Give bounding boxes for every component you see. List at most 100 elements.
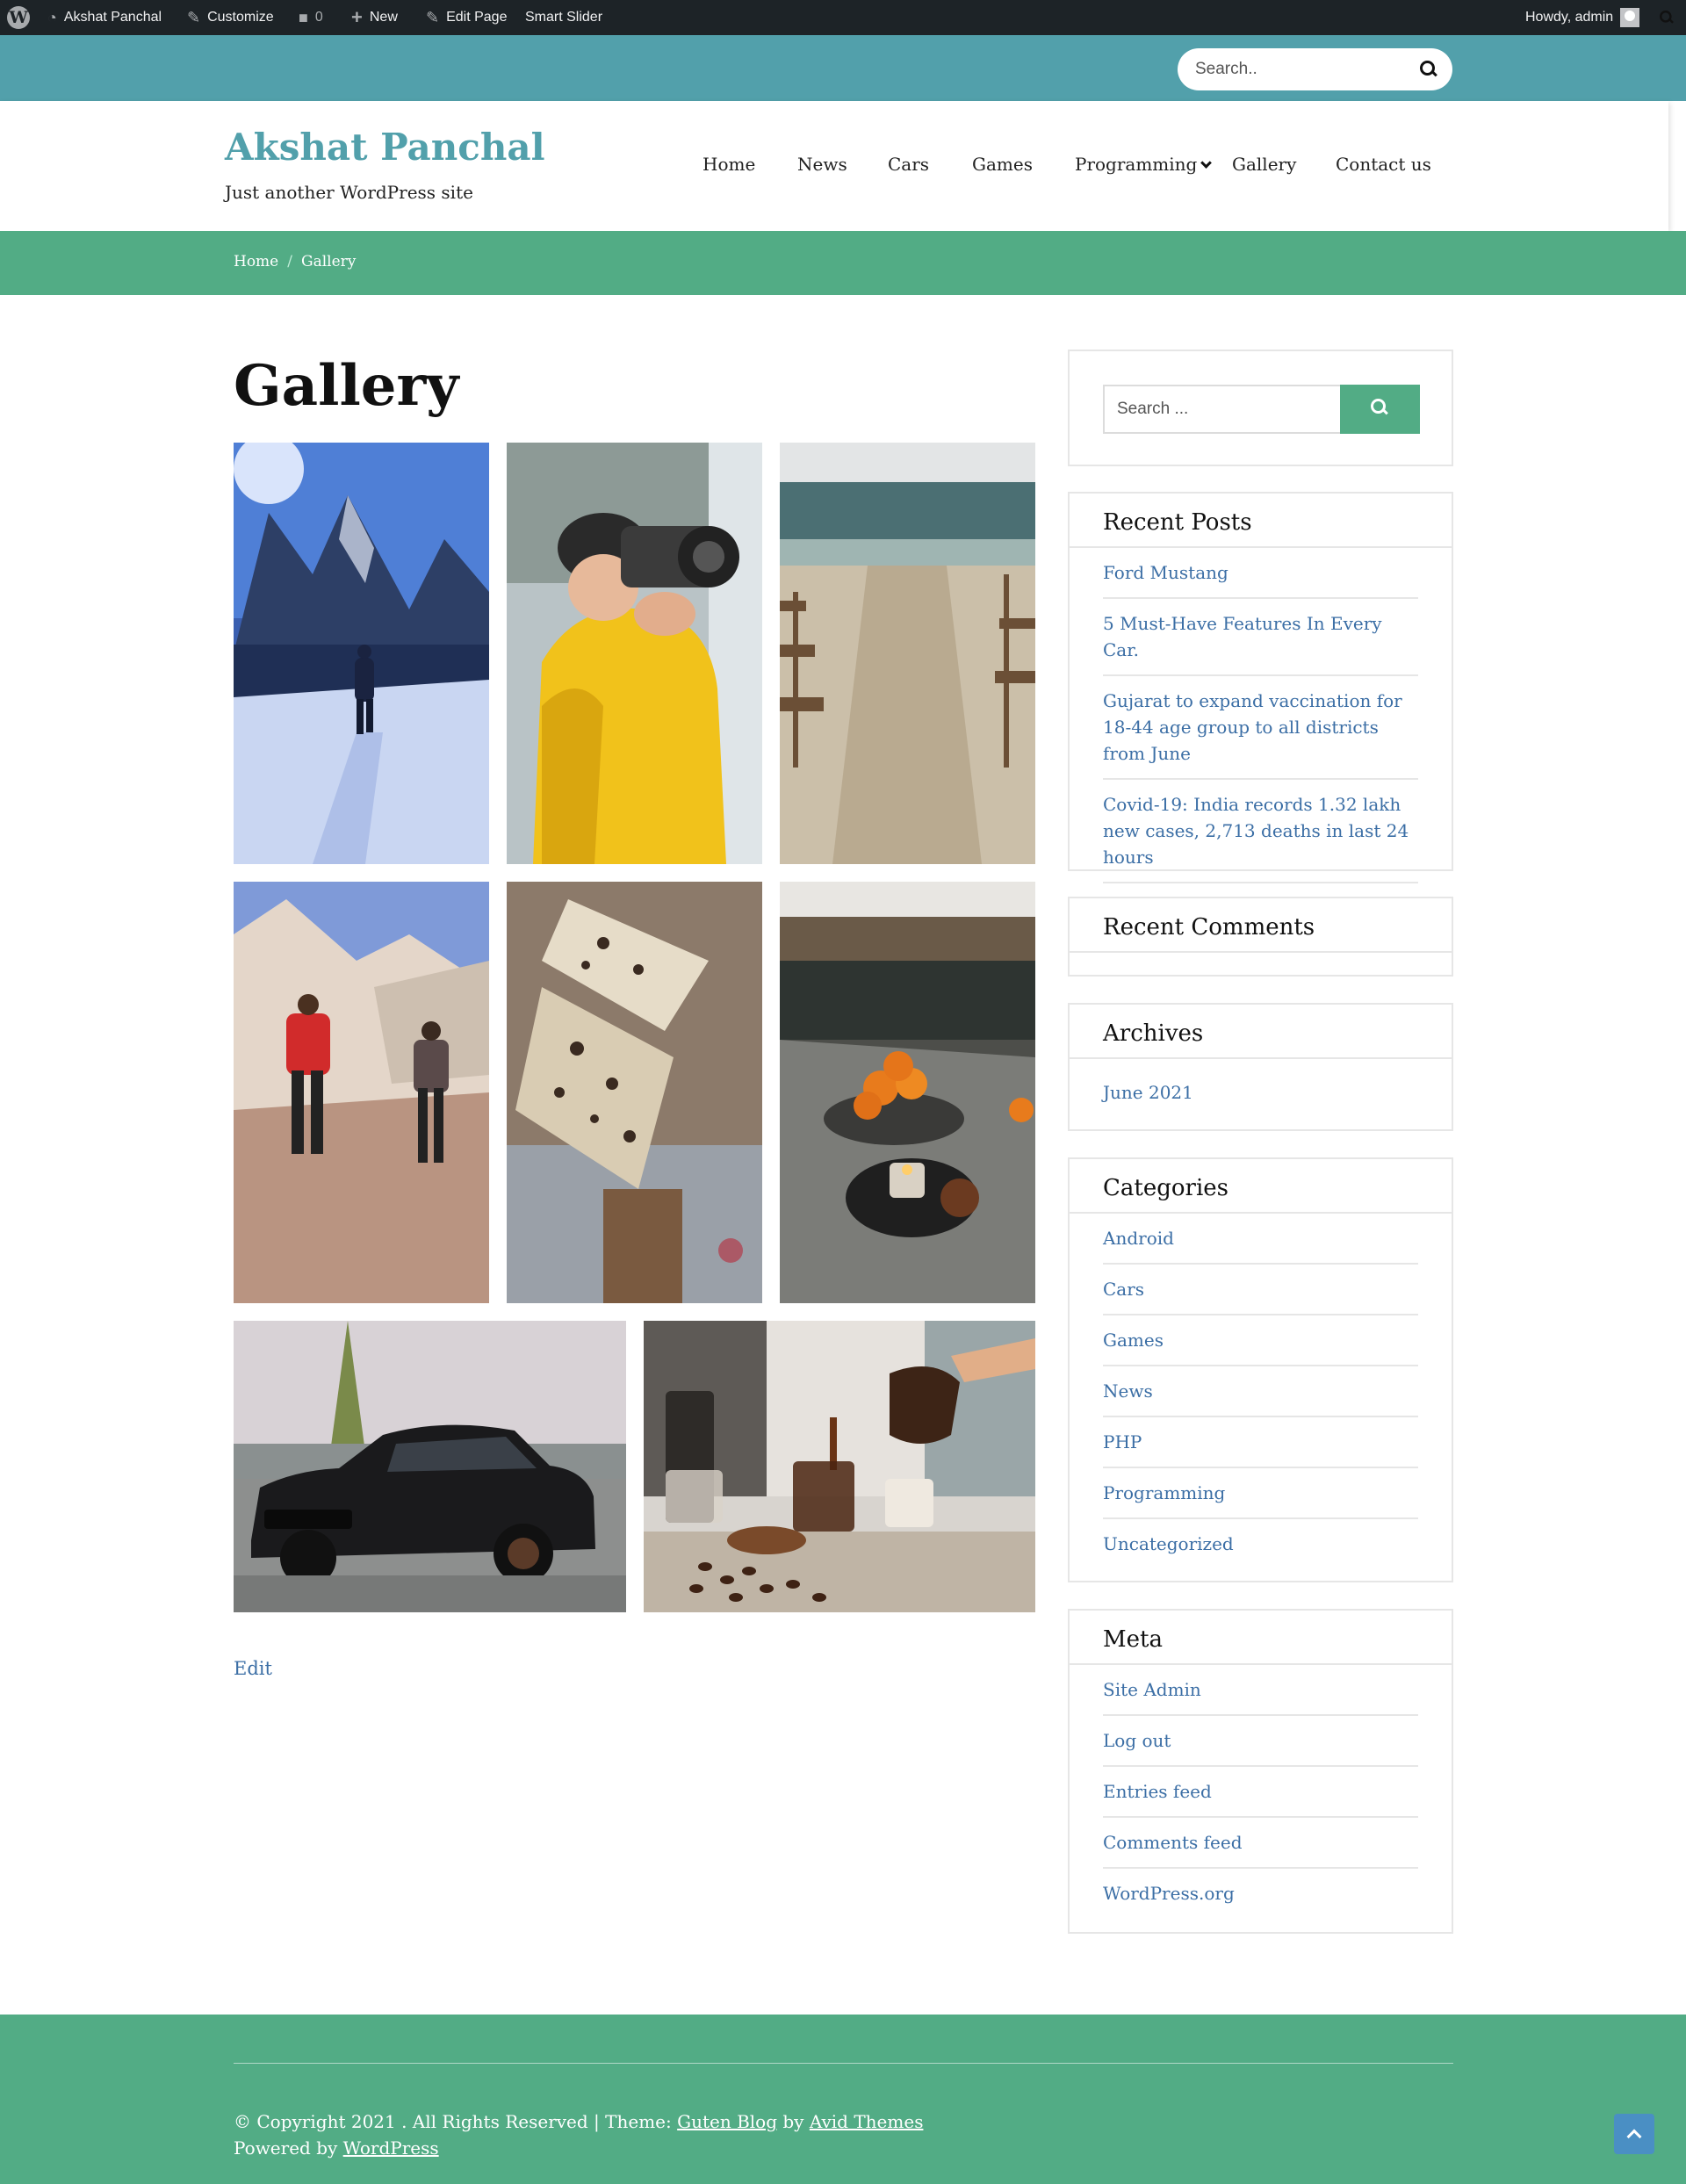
admin-new-link[interactable]: + New bbox=[351, 0, 398, 35]
gallery-image-cake-slices[interactable] bbox=[507, 882, 762, 1303]
nav-programming[interactable]: Programming bbox=[1075, 154, 1213, 175]
admin-site-name: Akshat Panchal bbox=[63, 10, 162, 25]
meta-link[interactable]: Log out bbox=[1103, 1716, 1418, 1767]
admin-bar: W ◔ Akshat Panchal ✎ Customize ■ 0 + New… bbox=[0, 0, 1686, 35]
gallery-image-beach-boardwalk[interactable] bbox=[780, 443, 1035, 864]
footer-divider bbox=[234, 2063, 1453, 2064]
chevron-up-icon bbox=[1626, 2129, 1642, 2144]
photo-coffee-pour-icon bbox=[644, 1321, 1035, 1612]
pencil-icon: ✎ bbox=[426, 8, 440, 26]
wordpress-link[interactable]: WordPress bbox=[343, 2137, 439, 2159]
admin-customize-link[interactable]: ✎ Customize bbox=[187, 0, 274, 35]
admin-search-toggle[interactable] bbox=[1658, 0, 1675, 35]
recent-post-link[interactable]: Ford Mustang bbox=[1103, 548, 1418, 599]
archive-link[interactable]: June 2021 bbox=[1103, 1059, 1418, 1117]
meta-link[interactable]: Site Admin bbox=[1103, 1665, 1418, 1716]
meta-list: Site Admin Log out Entries feed Comments… bbox=[1070, 1665, 1452, 1918]
admin-comments-link[interactable]: ■ 0 bbox=[299, 0, 323, 35]
archives-widget: Archives June 2021 bbox=[1068, 1003, 1453, 1131]
nav-news[interactable]: News bbox=[797, 154, 847, 175]
gallery-image-photographer[interactable] bbox=[507, 443, 762, 864]
footer-copyright-text: © Copyright 2021 . All Rights Reserved |… bbox=[234, 2111, 678, 2132]
search-icon bbox=[1371, 399, 1388, 416]
categories-widget: Categories Android Cars Games News PHP P… bbox=[1068, 1157, 1453, 1582]
photo-cake-slices-icon bbox=[507, 882, 762, 1303]
recent-comments-widget: Recent Comments bbox=[1068, 897, 1453, 977]
admin-new-label: New bbox=[369, 10, 398, 25]
admin-site-link[interactable]: ◔ Akshat Panchal bbox=[47, 0, 162, 35]
nav-programming-label: Programming bbox=[1075, 154, 1198, 175]
recent-posts-title: Recent Posts bbox=[1070, 494, 1452, 548]
recent-post-link[interactable]: Covid-19: India records 1.32 lakh new ca… bbox=[1103, 780, 1418, 883]
photo-winter-hiker-icon bbox=[234, 443, 489, 864]
category-link[interactable]: Cars bbox=[1103, 1265, 1418, 1315]
category-link[interactable]: Programming bbox=[1103, 1468, 1418, 1519]
archives-title: Archives bbox=[1070, 1005, 1452, 1059]
page-title: Gallery bbox=[234, 353, 459, 419]
categories-title: Categories bbox=[1070, 1159, 1452, 1214]
category-link[interactable]: Games bbox=[1103, 1315, 1418, 1366]
meta-link[interactable]: WordPress.org bbox=[1103, 1869, 1418, 1918]
admin-account-menu[interactable]: Howdy, admin bbox=[1525, 0, 1640, 35]
admin-comments-count: 0 bbox=[314, 10, 323, 25]
footer-powered-by-text: Powered by bbox=[234, 2137, 343, 2159]
nav-cars[interactable]: Cars bbox=[888, 154, 929, 175]
meta-link[interactable]: Comments feed bbox=[1103, 1818, 1418, 1869]
recent-post-link[interactable]: Gujarat to expand vaccination for 18-44 … bbox=[1103, 676, 1418, 780]
search-icon[interactable] bbox=[1420, 61, 1437, 78]
meta-link[interactable]: Entries feed bbox=[1103, 1767, 1418, 1818]
photo-black-mustang-car-icon bbox=[234, 1321, 626, 1612]
gallery-image-desert-hikers[interactable] bbox=[234, 882, 489, 1303]
dashboard-gauge-icon: ◔ bbox=[47, 8, 57, 26]
gallery-image-winter-hiker[interactable] bbox=[234, 443, 489, 864]
admin-smart-slider-link[interactable]: Smart Slider bbox=[525, 0, 602, 35]
meta-widget: Meta Site Admin Log out Entries feed Com… bbox=[1068, 1609, 1453, 1934]
breadcrumb-home[interactable]: Home bbox=[234, 253, 278, 270]
edit-page-link[interactable]: Edit bbox=[234, 1658, 272, 1679]
footer-powered-by: Powered by WordPress bbox=[234, 2137, 439, 2159]
sidebar-search-button[interactable] bbox=[1340, 385, 1420, 434]
site-tagline: Just another WordPress site bbox=[225, 182, 473, 203]
breadcrumb-separator: / bbox=[287, 253, 292, 270]
back-to-top-button[interactable] bbox=[1614, 2114, 1654, 2154]
nav-home[interactable]: Home bbox=[702, 154, 755, 175]
photo-oranges-candle-table-icon bbox=[780, 882, 1035, 1303]
avatar bbox=[1620, 8, 1640, 27]
recent-post-link[interactable]: 5 Must-Have Features In Every Car. bbox=[1103, 599, 1418, 676]
nav-contact[interactable]: Contact us bbox=[1336, 154, 1431, 175]
theme-link[interactable]: Guten Blog bbox=[677, 2111, 777, 2132]
gallery-image-coffee-pour[interactable] bbox=[644, 1321, 1035, 1612]
sidebar-search-input[interactable] bbox=[1103, 385, 1342, 434]
author-link[interactable]: Avid Themes bbox=[810, 2111, 924, 2132]
admin-smart-slider-label: Smart Slider bbox=[525, 10, 603, 25]
gallery-image-mustang[interactable] bbox=[234, 1321, 626, 1612]
breadcrumb: Home / Gallery bbox=[234, 253, 356, 270]
nav-games[interactable]: Games bbox=[972, 154, 1033, 175]
footer-by-text: by bbox=[777, 2111, 810, 2132]
top-search-form bbox=[1178, 48, 1452, 90]
sidebar-search-widget bbox=[1068, 350, 1453, 466]
plus-icon: + bbox=[351, 6, 363, 28]
search-icon bbox=[1660, 11, 1674, 25]
category-link[interactable]: Android bbox=[1103, 1214, 1418, 1265]
gallery-image-oranges-candle[interactable] bbox=[780, 882, 1035, 1303]
archives-list: June 2021 bbox=[1070, 1059, 1452, 1117]
wordpress-logo-icon[interactable]: W bbox=[7, 0, 30, 35]
footer-copyright: © Copyright 2021 . All Rights Reserved |… bbox=[234, 2111, 923, 2132]
category-link[interactable]: News bbox=[1103, 1366, 1418, 1417]
chevron-down-icon bbox=[1200, 157, 1213, 169]
top-search-input[interactable] bbox=[1195, 48, 1406, 90]
admin-edit-page-link[interactable]: ✎ Edit Page bbox=[426, 0, 507, 35]
category-link[interactable]: Uncategorized bbox=[1103, 1519, 1418, 1568]
site-title[interactable]: Akshat Panchal bbox=[225, 126, 545, 169]
nav-gallery[interactable]: Gallery bbox=[1232, 154, 1296, 175]
category-link[interactable]: PHP bbox=[1103, 1417, 1418, 1468]
photo-beach-boardwalk-icon bbox=[780, 443, 1035, 864]
recent-posts-widget: Recent Posts Ford Mustang 5 Must-Have Fe… bbox=[1068, 492, 1453, 945]
categories-list: Android Cars Games News PHP Programming … bbox=[1070, 1214, 1452, 1568]
photo-desert-hikers-icon bbox=[234, 882, 489, 1303]
comment-bubble-icon: ■ bbox=[299, 8, 308, 26]
breadcrumb-current: Gallery bbox=[300, 253, 357, 270]
site-header: Akshat Panchal Just another WordPress si… bbox=[0, 101, 1668, 231]
wp-logo-glyph: W bbox=[7, 6, 30, 29]
